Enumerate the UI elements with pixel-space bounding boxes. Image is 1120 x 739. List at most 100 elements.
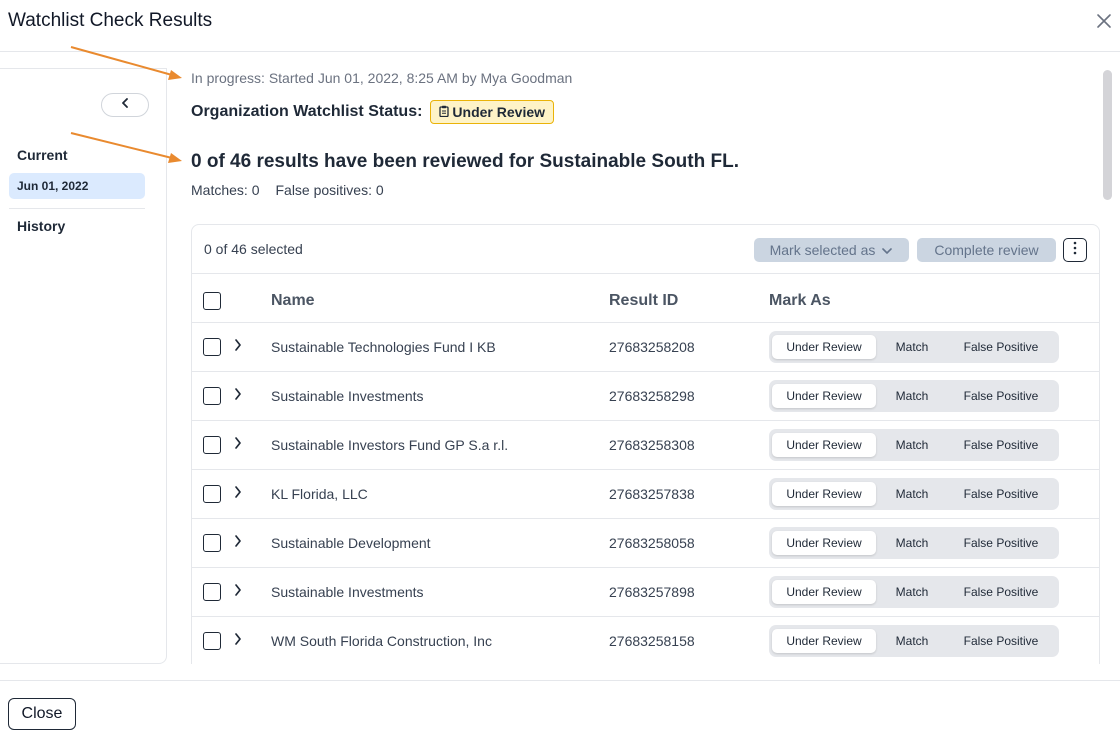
- mark-option-false-positive[interactable]: False Positive: [948, 433, 1054, 457]
- chevron-right-icon: [234, 436, 242, 455]
- table-header: Name Result ID Mark As: [192, 274, 1099, 323]
- mark-option-false-positive[interactable]: False Positive: [948, 384, 1054, 408]
- sidebar-divider: [9, 208, 145, 209]
- mark-option-false-positive[interactable]: False Positive: [948, 580, 1054, 604]
- mark-option-under-review[interactable]: Under Review: [772, 384, 876, 408]
- status-badge: Under Review: [430, 100, 555, 124]
- result-name: Sustainable Development: [271, 535, 431, 551]
- mark-option-under-review[interactable]: Under Review: [772, 335, 876, 359]
- table-toolbar: 0 of 46 selected Mark selected as Comple…: [192, 225, 1099, 274]
- main-content: In progress: Started Jun 01, 2022, 8:25 …: [190, 68, 1102, 664]
- status-label: Organization Watchlist Status:: [191, 103, 423, 120]
- current-label: Current: [17, 147, 68, 163]
- result-name: Sustainable Investments: [271, 388, 424, 404]
- dialog-title: Watchlist Check Results: [8, 10, 213, 31]
- mark-option-match[interactable]: Match: [876, 629, 948, 653]
- result-id: 27683258208: [609, 339, 695, 355]
- mark-option-under-review[interactable]: Under Review: [772, 433, 876, 457]
- mark-option-match[interactable]: Match: [876, 580, 948, 604]
- mark-option-false-positive[interactable]: False Positive: [948, 531, 1054, 555]
- row-checkbox[interactable]: [203, 632, 221, 650]
- row-checkbox[interactable]: [203, 387, 221, 405]
- chevron-left-icon: [120, 96, 130, 114]
- mark-option-match[interactable]: Match: [876, 531, 948, 555]
- current-check-date[interactable]: Jun 01, 2022: [9, 173, 145, 199]
- result-id: 27683258298: [609, 388, 695, 404]
- result-name: Sustainable Investors Fund GP S.a r.l.: [271, 437, 509, 453]
- column-header-result-id[interactable]: Result ID: [609, 292, 678, 310]
- expand-row-button[interactable]: [230, 436, 246, 454]
- column-header-mark-as: Mark As: [769, 292, 831, 309]
- table-row: Sustainable Development 27683258058 Under …: [192, 519, 1099, 568]
- chevron-right-icon: [234, 387, 242, 406]
- more-vertical-icon: [1073, 241, 1077, 260]
- result-id: 27683257898: [609, 584, 695, 600]
- table-row: Sustainable Investors Fund GP S.a r.l. 27…: [192, 421, 1099, 470]
- false-positives-count: False positives: 0: [275, 182, 384, 198]
- column-header-name[interactable]: Name: [271, 292, 315, 310]
- mark-option-under-review[interactable]: Under Review: [772, 580, 876, 604]
- chevron-right-icon: [234, 534, 242, 553]
- collapse-sidebar-button[interactable]: [101, 93, 149, 117]
- result-name: KL Florida, LLC: [271, 486, 368, 502]
- expand-row-button[interactable]: [230, 632, 246, 650]
- row-checkbox[interactable]: [203, 583, 221, 601]
- more-options-button[interactable]: [1063, 238, 1087, 262]
- mark-option-false-positive[interactable]: False Positive: [948, 335, 1054, 359]
- mark-option-match[interactable]: Match: [876, 335, 948, 359]
- expand-row-button[interactable]: [230, 338, 246, 356]
- scrollbar-thumb[interactable]: [1103, 70, 1112, 200]
- result-id: 27683258058: [609, 535, 695, 551]
- status-badge-text: Under Review: [452, 104, 546, 120]
- mark-as-segmented-control: Under Review Match False Positive: [769, 576, 1059, 608]
- dialog-header: Watchlist Check Results: [0, 0, 1120, 52]
- expand-row-button[interactable]: [230, 534, 246, 552]
- mark-option-match[interactable]: Match: [876, 433, 948, 457]
- mark-as-segmented-control: Under Review Match False Positive: [769, 478, 1059, 510]
- table-row: KL Florida, LLC 27683257838 Under Review Ma…: [192, 470, 1099, 519]
- mark-selected-as-button[interactable]: Mark selected as: [754, 238, 909, 262]
- history-sidebar: Current Jun 01, 2022 History: [0, 68, 167, 664]
- result-name: Sustainable Investments: [271, 584, 424, 600]
- chevron-down-icon: [881, 242, 893, 258]
- organization-status: Organization Watchlist Status: Under Rev…: [191, 100, 555, 124]
- mark-option-false-positive[interactable]: False Positive: [948, 482, 1054, 506]
- clipboard-icon: [439, 104, 450, 120]
- row-checkbox[interactable]: [203, 485, 221, 503]
- expand-row-button[interactable]: [230, 387, 246, 405]
- row-checkbox[interactable]: [203, 436, 221, 454]
- chevron-right-icon: [234, 485, 242, 504]
- complete-review-button[interactable]: Complete review: [917, 238, 1056, 262]
- selected-count: 0 of 46 selected: [204, 241, 303, 257]
- mark-option-match[interactable]: Match: [876, 384, 948, 408]
- table-row: WM South Florida Construction, Inc 276832…: [192, 617, 1099, 664]
- close-button[interactable]: Close: [8, 698, 76, 730]
- table-row: Sustainable Technologies Fund I KB 276832…: [192, 323, 1099, 372]
- mark-option-under-review[interactable]: Under Review: [772, 629, 876, 653]
- review-counts: Matches: 0 False positives: 0: [191, 182, 384, 198]
- expand-row-button[interactable]: [230, 583, 246, 601]
- mark-option-match[interactable]: Match: [876, 482, 948, 506]
- dialog-footer: Close: [0, 680, 1120, 739]
- table-row: Sustainable Investments 27683258298 Under …: [192, 372, 1099, 421]
- row-checkbox[interactable]: [203, 534, 221, 552]
- table-row: Sustainable Investments 27683257898 Under …: [192, 568, 1099, 617]
- result-id: 27683258158: [609, 633, 695, 649]
- mark-as-segmented-control: Under Review Match False Positive: [769, 429, 1059, 461]
- mark-option-false-positive[interactable]: False Positive: [948, 629, 1054, 653]
- expand-row-button[interactable]: [230, 485, 246, 503]
- mark-option-under-review[interactable]: Under Review: [772, 482, 876, 506]
- mark-as-segmented-control: Under Review Match False Positive: [769, 527, 1059, 559]
- close-icon[interactable]: [1094, 9, 1114, 33]
- results-table: 0 of 46 selected Mark selected as Comple…: [191, 224, 1100, 664]
- select-all-checkbox[interactable]: [203, 292, 221, 310]
- chevron-right-icon: [234, 583, 242, 602]
- row-checkbox[interactable]: [203, 338, 221, 356]
- results-heading: 0 of 46 results have been reviewed for S…: [191, 151, 739, 172]
- chevron-right-icon: [234, 338, 242, 357]
- matches-count: Matches: 0: [191, 182, 260, 198]
- mark-selected-label: Mark selected as: [769, 242, 876, 258]
- mark-as-segmented-control: Under Review Match False Positive: [769, 625, 1059, 657]
- result-name: WM South Florida Construction, Inc: [271, 633, 492, 649]
- mark-option-under-review[interactable]: Under Review: [772, 531, 876, 555]
